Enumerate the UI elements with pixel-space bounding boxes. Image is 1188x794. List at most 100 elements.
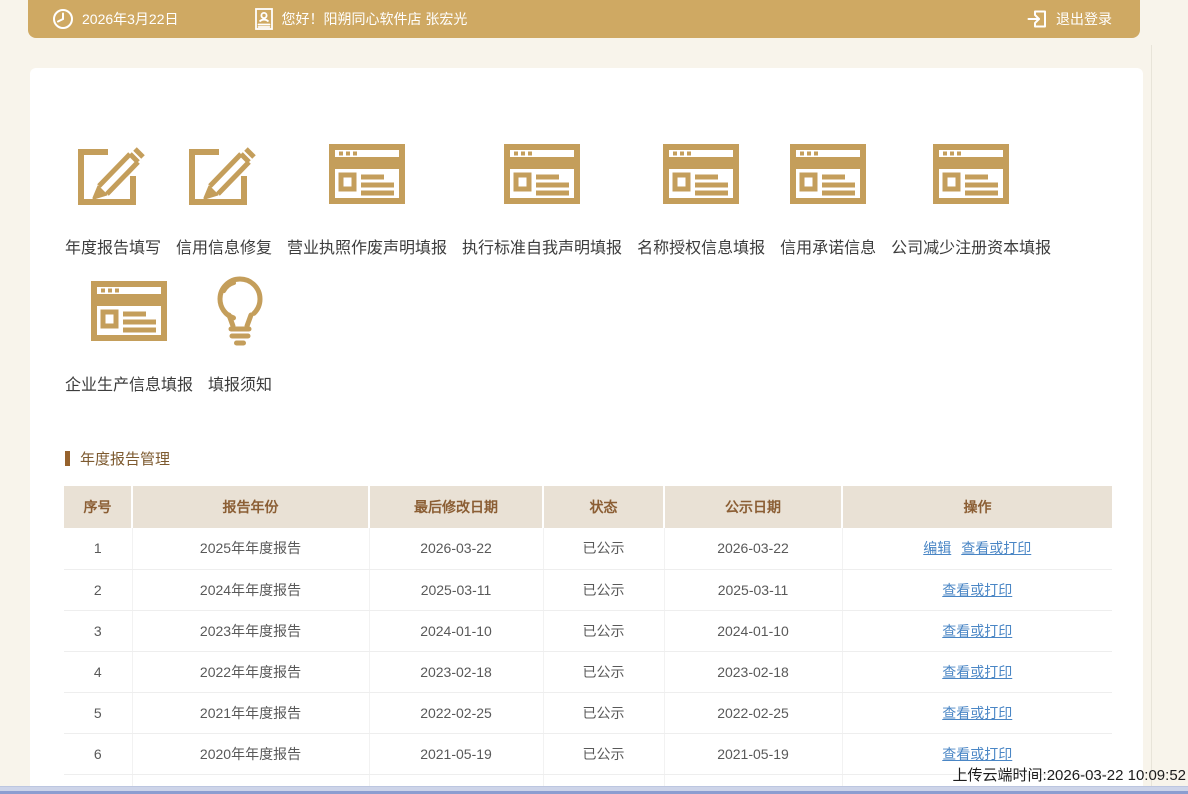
cell-publish: 2024-01-10 bbox=[664, 610, 842, 651]
edit-icon bbox=[74, 141, 152, 207]
shortcut-label: 年度报告填写 bbox=[65, 234, 161, 258]
view-print-link[interactable]: 查看或打印 bbox=[961, 540, 1031, 556]
column-header: 状态 bbox=[543, 486, 664, 528]
logout-icon bbox=[1026, 8, 1048, 30]
form-icon bbox=[329, 141, 405, 207]
cell-modified: 2021-05-19 bbox=[369, 733, 543, 774]
window-scrollbar-edge bbox=[1151, 45, 1152, 794]
shortcut-form-item[interactable]: 企业生产信息填报 bbox=[65, 278, 193, 395]
cell-no: 3 bbox=[64, 610, 132, 651]
column-header: 报告年份 bbox=[132, 486, 369, 528]
cell-actions: 查看或打印 bbox=[842, 610, 1112, 651]
shortcut-label: 公司减少注册资本填报 bbox=[891, 234, 1051, 258]
cell-status: 已公示 bbox=[543, 610, 664, 651]
cell-publish: 2022-02-25 bbox=[664, 692, 842, 733]
edit-link[interactable]: 编辑 bbox=[923, 540, 951, 556]
main-panel: 年度报告填写 信用信息修复 营 bbox=[30, 68, 1143, 794]
date-text: 2026年3月22日 bbox=[82, 9, 179, 29]
cell-modified: 2025-03-11 bbox=[369, 569, 543, 610]
shortcut-row: 年度报告填写 信用信息修复 营 bbox=[65, 141, 1143, 258]
shortcut-row: 企业生产信息填报 填报须知 bbox=[65, 278, 1143, 395]
logout-button[interactable]: 退出登录 bbox=[1026, 8, 1112, 30]
column-header: 序号 bbox=[64, 486, 132, 528]
shortcut-edit-item[interactable]: 年度报告填写 bbox=[65, 141, 161, 258]
cell-no: 1 bbox=[64, 528, 132, 569]
shortcut-form-item[interactable]: 执行标准自我声明填报 bbox=[462, 141, 622, 258]
shortcut-form-item[interactable]: 公司减少注册资本填报 bbox=[891, 141, 1051, 258]
cell-modified: 2026-03-22 bbox=[369, 528, 543, 569]
cell-no: 5 bbox=[64, 692, 132, 733]
shortcut-label: 名称授权信息填报 bbox=[637, 234, 765, 258]
shortcut-label: 信用信息修复 bbox=[176, 234, 272, 258]
shortcut-grid: 年度报告填写 信用信息修复 营 bbox=[30, 68, 1143, 395]
table-row: 32023年年度报告2024-01-10已公示2024-01-10查看或打印 bbox=[64, 610, 1112, 651]
cell-year: 2020年年度报告 bbox=[132, 733, 369, 774]
section-marker bbox=[65, 451, 70, 466]
shortcut-form-item[interactable]: 信用承诺信息 bbox=[780, 141, 876, 258]
form-icon bbox=[933, 141, 1009, 207]
upload-time-text: 上传云端时间:2026-03-22 10:09:52 bbox=[953, 764, 1186, 785]
cell-year: 2022年年度报告 bbox=[132, 651, 369, 692]
form-icon bbox=[91, 278, 167, 344]
clock-icon bbox=[52, 8, 74, 30]
cell-no: 2 bbox=[64, 569, 132, 610]
cell-no: 4 bbox=[64, 651, 132, 692]
column-header: 操作 bbox=[842, 486, 1112, 528]
view-print-link[interactable]: 查看或打印 bbox=[942, 664, 1012, 680]
section-title: 年度报告管理 bbox=[80, 448, 170, 469]
cell-actions: 查看或打印 bbox=[842, 692, 1112, 733]
annual-report-table: 序号报告年份最后修改日期状态公示日期操作 12025年年度报告2026-03-2… bbox=[64, 486, 1112, 794]
view-print-link[interactable]: 查看或打印 bbox=[942, 623, 1012, 639]
cell-modified: 2024-01-10 bbox=[369, 610, 543, 651]
cell-no: 6 bbox=[64, 733, 132, 774]
bulb-icon bbox=[211, 278, 269, 344]
cell-publish: 2023-02-18 bbox=[664, 651, 842, 692]
form-icon bbox=[504, 141, 580, 207]
cell-actions: 编辑查看或打印 bbox=[842, 528, 1112, 569]
cell-year: 2024年年度报告 bbox=[132, 569, 369, 610]
cell-status: 已公示 bbox=[543, 569, 664, 610]
shortcut-label: 填报须知 bbox=[208, 371, 272, 395]
table-header: 序号报告年份最后修改日期状态公示日期操作 bbox=[64, 486, 1112, 528]
date-display: 2026年3月22日 bbox=[52, 8, 179, 30]
cell-year: 2023年年度报告 bbox=[132, 610, 369, 651]
edit-icon bbox=[185, 141, 263, 207]
cell-modified: 2023-02-18 bbox=[369, 651, 543, 692]
form-icon bbox=[790, 141, 866, 207]
shortcut-bulb-item[interactable]: 填报须知 bbox=[208, 278, 272, 395]
view-print-link[interactable]: 查看或打印 bbox=[942, 582, 1012, 598]
table-row: 12025年年度报告2026-03-22已公示2026-03-22编辑查看或打印 bbox=[64, 528, 1112, 569]
cell-publish: 2021-05-19 bbox=[664, 733, 842, 774]
user-greeting: 您好！阳朔同心软件店 张宏光 bbox=[254, 7, 468, 31]
table-row: 52021年年度报告2022-02-25已公示2022-02-25查看或打印 bbox=[64, 692, 1112, 733]
cell-status: 已公示 bbox=[543, 733, 664, 774]
top-bar: 2026年3月22日 您好！阳朔同心软件店 张宏光 退出登录 bbox=[28, 0, 1140, 38]
cell-actions: 查看或打印 bbox=[842, 651, 1112, 692]
cell-year: 2025年年度报告 bbox=[132, 528, 369, 569]
cell-publish: 2025-03-11 bbox=[664, 569, 842, 610]
shortcut-edit-item[interactable]: 信用信息修复 bbox=[176, 141, 272, 258]
logout-label: 退出登录 bbox=[1056, 9, 1112, 29]
shortcut-form-item[interactable]: 营业执照作废声明填报 bbox=[287, 141, 447, 258]
shortcut-label: 营业执照作废声明填报 bbox=[287, 234, 447, 258]
horizontal-scrollbar[interactable] bbox=[0, 786, 1188, 794]
greeting-text: 您好！阳朔同心软件店 张宏光 bbox=[282, 9, 468, 29]
user-card-icon bbox=[254, 7, 274, 31]
cell-modified: 2022-02-25 bbox=[369, 692, 543, 733]
column-header: 最后修改日期 bbox=[369, 486, 543, 528]
shortcut-form-item[interactable]: 名称授权信息填报 bbox=[637, 141, 765, 258]
table-row: 42022年年度报告2023-02-18已公示2023-02-18查看或打印 bbox=[64, 651, 1112, 692]
cell-year: 2021年年度报告 bbox=[132, 692, 369, 733]
shortcut-label: 信用承诺信息 bbox=[780, 234, 876, 258]
cell-actions: 查看或打印 bbox=[842, 569, 1112, 610]
column-header: 公示日期 bbox=[664, 486, 842, 528]
view-print-link[interactable]: 查看或打印 bbox=[942, 746, 1012, 762]
form-icon bbox=[663, 141, 739, 207]
cell-status: 已公示 bbox=[543, 528, 664, 569]
shortcut-label: 执行标准自我声明填报 bbox=[462, 234, 622, 258]
section-header: 年度报告管理 bbox=[65, 448, 1143, 469]
cell-status: 已公示 bbox=[543, 692, 664, 733]
table-row: 22024年年度报告2025-03-11已公示2025-03-11查看或打印 bbox=[64, 569, 1112, 610]
view-print-link[interactable]: 查看或打印 bbox=[942, 705, 1012, 721]
cell-publish: 2026-03-22 bbox=[664, 528, 842, 569]
